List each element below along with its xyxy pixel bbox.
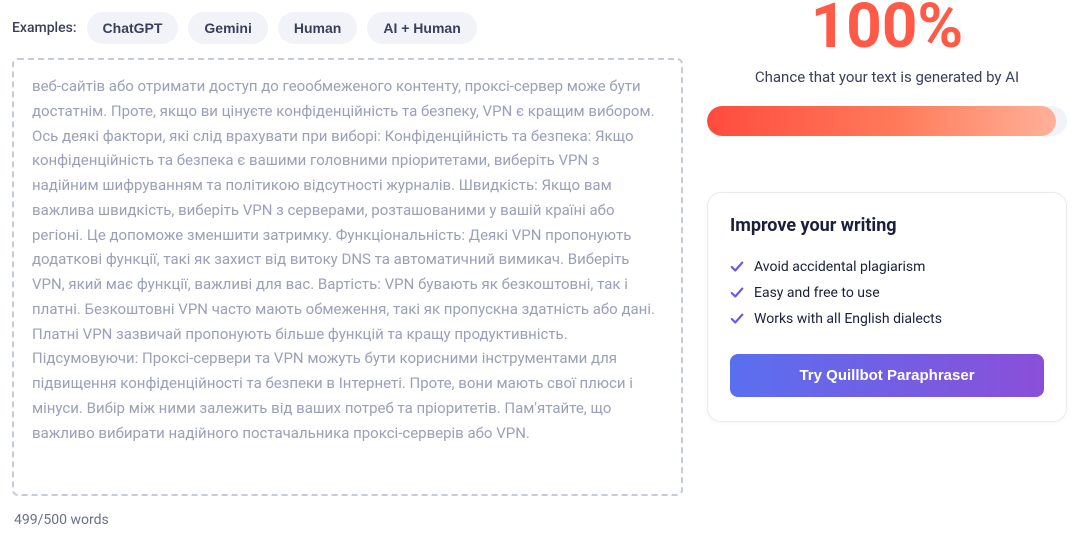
examples-label: Examples: xyxy=(12,20,77,36)
card-title: Improve your writing xyxy=(730,215,1044,236)
feature-list: Avoid accidental plagiarism Easy and fre… xyxy=(730,254,1044,332)
improve-writing-card: Improve your writing Avoid accidental pl… xyxy=(707,192,1067,422)
ai-percentage-label: Chance that your text is generated by AI xyxy=(707,68,1067,86)
text-input-area[interactable]: веб-сайтів або отримати доступ до геообм… xyxy=(12,58,683,496)
check-icon xyxy=(730,312,744,326)
progress-fill xyxy=(707,106,1056,136)
feature-text: Works with all English dialects xyxy=(754,311,942,327)
progress-bar xyxy=(707,106,1067,136)
example-chip-human[interactable]: Human xyxy=(278,12,357,44)
try-paraphraser-button[interactable]: Try Quillbot Paraphraser xyxy=(730,354,1044,397)
feature-text: Easy and free to use xyxy=(754,285,880,301)
feature-text: Avoid accidental plagiarism xyxy=(754,259,925,275)
examples-row: Examples: ChatGPT Gemini Human AI + Huma… xyxy=(12,0,683,58)
text-content[interactable]: веб-сайтів або отримати доступ до геообм… xyxy=(32,74,667,480)
word-count: 499/500 words xyxy=(12,496,683,528)
list-item: Avoid accidental plagiarism xyxy=(730,254,1044,280)
example-chip-gemini[interactable]: Gemini xyxy=(188,12,267,44)
list-item: Works with all English dialects xyxy=(730,306,1044,332)
example-chip-ai-human[interactable]: AI + Human xyxy=(367,12,476,44)
list-item: Easy and free to use xyxy=(730,280,1044,306)
right-panel: 100% Chance that your text is generated … xyxy=(707,0,1067,528)
left-panel: Examples: ChatGPT Gemini Human AI + Huma… xyxy=(12,0,683,528)
check-icon xyxy=(730,260,744,274)
check-icon xyxy=(730,286,744,300)
ai-percentage: 100% xyxy=(707,0,1067,58)
example-chip-chatgpt[interactable]: ChatGPT xyxy=(87,12,179,44)
